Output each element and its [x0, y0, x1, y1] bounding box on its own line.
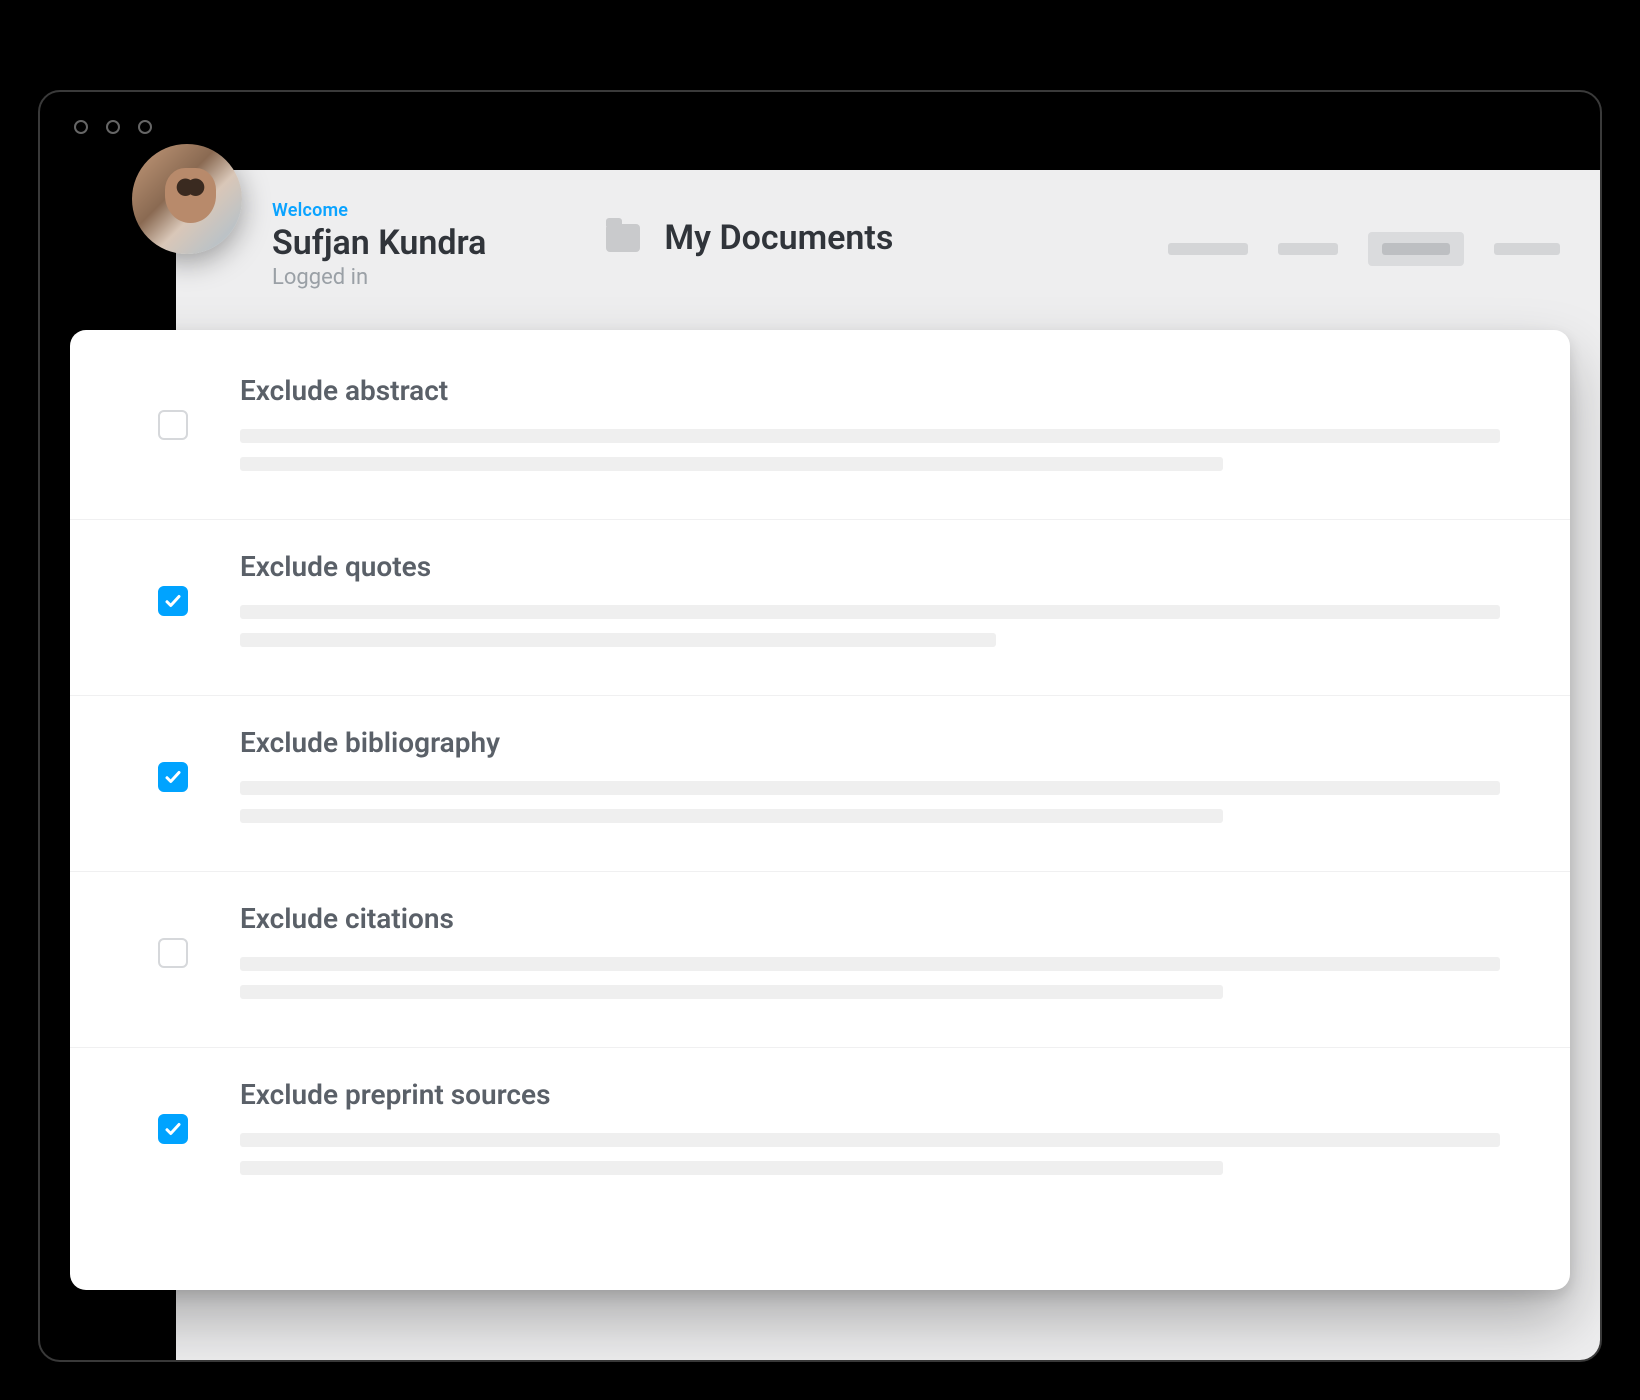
username: Sufjan Kundra	[272, 223, 486, 263]
setting-row: Exclude bibliography	[70, 696, 1570, 872]
description-placeholder	[240, 605, 1500, 619]
setting-row: Exclude citations	[70, 872, 1570, 1048]
window-dot	[138, 120, 152, 134]
nav-item-active-placeholder[interactable]	[1368, 232, 1464, 266]
setting-body: Exclude citations	[240, 902, 1500, 1013]
nav-item-placeholder[interactable]	[1168, 243, 1248, 255]
login-status: Logged in	[272, 265, 486, 290]
checkbox[interactable]	[158, 586, 188, 616]
page-title-block: My Documents	[606, 218, 893, 258]
setting-title: Exclude citations	[240, 902, 1500, 935]
setting-row: Exclude preprint sources	[70, 1048, 1570, 1223]
window-dot	[74, 120, 88, 134]
checkbox[interactable]	[158, 1114, 188, 1144]
user-block: Welcome Sufjan Kundra Logged in	[272, 196, 486, 290]
setting-row: Exclude quotes	[70, 520, 1570, 696]
avatar[interactable]	[132, 144, 242, 254]
description-placeholder	[240, 957, 1500, 971]
description-placeholder	[240, 429, 1500, 443]
page-title: My Documents	[664, 218, 893, 258]
setting-body: Exclude quotes	[240, 550, 1500, 661]
folder-icon	[606, 224, 640, 252]
setting-title: Exclude quotes	[240, 550, 1500, 583]
description-placeholder	[240, 457, 1223, 471]
header: Welcome Sufjan Kundra Logged in My Docum…	[176, 170, 1600, 290]
window-controls	[74, 120, 152, 134]
checkbox[interactable]	[158, 938, 188, 968]
top-nav	[1168, 232, 1560, 266]
welcome-label: Welcome	[272, 200, 486, 221]
settings-panel: Exclude abstract Exclude quotes Exclude bi…	[70, 330, 1570, 1290]
setting-body: Exclude bibliography	[240, 726, 1500, 837]
setting-title: Exclude preprint sources	[240, 1078, 1500, 1111]
nav-item-placeholder[interactable]	[1278, 243, 1338, 255]
nav-item-placeholder[interactable]	[1494, 243, 1560, 255]
description-placeholder	[240, 1161, 1223, 1175]
description-placeholder	[240, 781, 1500, 795]
description-placeholder	[240, 633, 996, 647]
window-dot	[106, 120, 120, 134]
description-placeholder	[240, 809, 1223, 823]
setting-body: Exclude abstract	[240, 374, 1500, 485]
checkbox[interactable]	[158, 410, 188, 440]
description-placeholder	[240, 1133, 1500, 1147]
setting-title: Exclude abstract	[240, 374, 1500, 407]
description-placeholder	[240, 985, 1223, 999]
setting-body: Exclude preprint sources	[240, 1078, 1500, 1189]
setting-title: Exclude bibliography	[240, 726, 1500, 759]
setting-row: Exclude abstract	[70, 344, 1570, 520]
checkbox[interactable]	[158, 762, 188, 792]
